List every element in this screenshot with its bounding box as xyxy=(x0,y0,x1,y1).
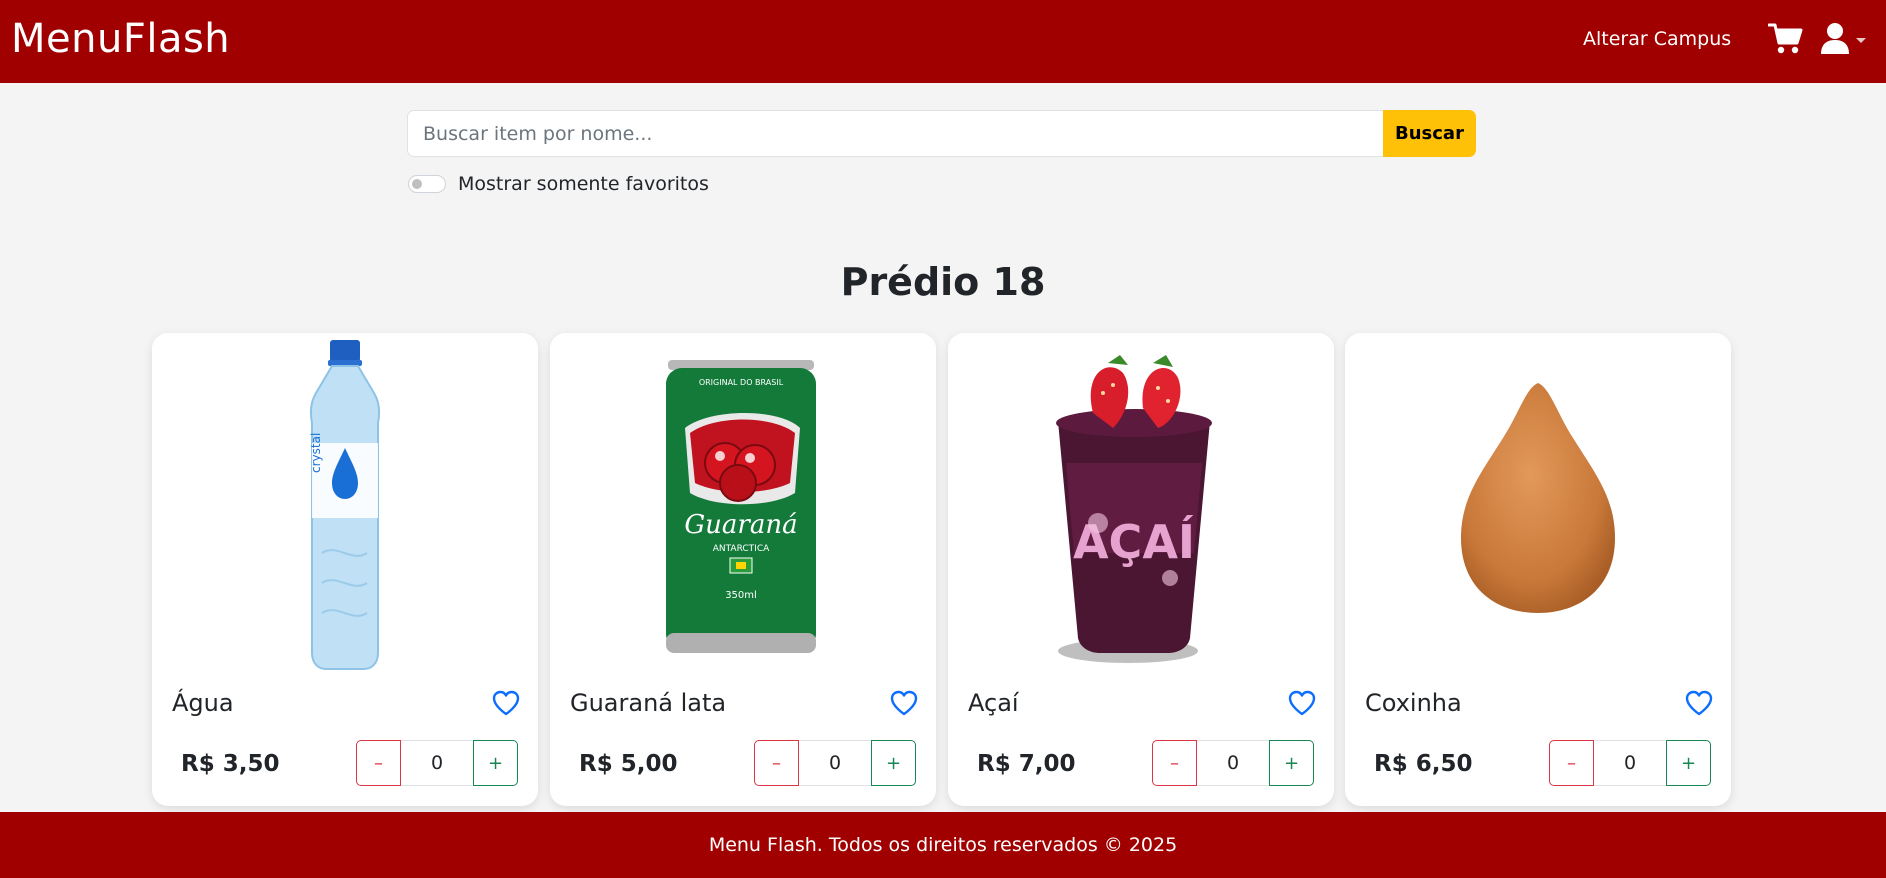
product-name: Açaí xyxy=(968,689,1019,717)
favorite-heart-icon[interactable] xyxy=(890,690,918,716)
quantity-stepper: – + xyxy=(356,740,518,786)
favorites-toggle[interactable]: Mostrar somente favoritos xyxy=(408,173,709,195)
increase-button[interactable]: + xyxy=(473,740,518,786)
quantity-input[interactable] xyxy=(1594,740,1666,786)
svg-text:Guaraná: Guaraná xyxy=(684,510,797,540)
product-name: Guaraná lata xyxy=(570,689,727,717)
search-button[interactable]: Buscar xyxy=(1383,110,1476,157)
acai-cup-image: AÇAÍ xyxy=(948,333,1334,673)
footer: Menu Flash. Todos os direitos reservados… xyxy=(0,812,1886,878)
favorite-heart-icon[interactable] xyxy=(492,690,520,716)
svg-text:350ml: 350ml xyxy=(725,590,757,601)
user-icon xyxy=(1821,23,1849,54)
product-price: R$ 3,50 xyxy=(181,751,280,777)
section-title: Prédio 18 xyxy=(840,260,1046,304)
product-card: Coxinha R$ 6,50 – + xyxy=(1345,333,1731,806)
guarana-can-image: Guaraná ANTARCTICA 350ml ORIGINAL DO BRA… xyxy=(550,333,936,673)
product-name: Coxinha xyxy=(1365,689,1462,717)
decrease-button[interactable]: – xyxy=(356,740,401,786)
change-campus-link[interactable]: Alterar Campus xyxy=(1583,28,1731,50)
decrease-button[interactable]: – xyxy=(754,740,799,786)
product-card: AÇAÍ Açaí R$ 7,00 – + xyxy=(948,333,1334,806)
increase-button[interactable]: + xyxy=(1269,740,1314,786)
product-card: crystal Água R$ 3,50 – + xyxy=(152,333,538,806)
favorites-switch[interactable] xyxy=(408,175,446,193)
product-price: R$ 5,00 xyxy=(579,751,678,777)
product-card: Guaraná ANTARCTICA 350ml ORIGINAL DO BRA… xyxy=(550,333,936,806)
favorite-heart-icon[interactable] xyxy=(1685,690,1713,716)
svg-text:ORIGINAL DO BRASIL: ORIGINAL DO BRASIL xyxy=(699,378,784,387)
coxinha-image xyxy=(1345,333,1731,673)
product-name: Água xyxy=(172,689,234,717)
favorites-toggle-label: Mostrar somente favoritos xyxy=(458,173,709,195)
decrease-button[interactable]: – xyxy=(1152,740,1197,786)
quantity-stepper: – + xyxy=(1549,740,1711,786)
search-input[interactable] xyxy=(407,110,1383,157)
caret-down-icon xyxy=(1856,38,1866,43)
product-price: R$ 6,50 xyxy=(1374,751,1473,777)
switch-knob xyxy=(412,179,422,189)
footer-text: Menu Flash. Todos os direitos reservados… xyxy=(708,834,1178,856)
quantity-stepper: – + xyxy=(1152,740,1314,786)
cart-icon[interactable] xyxy=(1767,22,1804,56)
increase-button[interactable]: + xyxy=(1666,740,1711,786)
svg-text:ANTARCTICA: ANTARCTICA xyxy=(713,544,770,554)
water-bottle-image: crystal xyxy=(152,333,538,673)
quantity-input[interactable] xyxy=(799,740,871,786)
decrease-button[interactable]: – xyxy=(1549,740,1594,786)
increase-button[interactable]: + xyxy=(871,740,916,786)
product-price: R$ 7,00 xyxy=(977,751,1076,777)
user-menu-button[interactable] xyxy=(1820,22,1872,56)
search-bar: Buscar xyxy=(407,110,1476,157)
quantity-stepper: – + xyxy=(754,740,916,786)
brand-logo[interactable]: MenuFlash xyxy=(11,16,230,62)
favorite-heart-icon[interactable] xyxy=(1288,690,1316,716)
svg-text:crystal: crystal xyxy=(309,433,323,473)
quantity-input[interactable] xyxy=(401,740,473,786)
navbar: MenuFlash Alterar Campus xyxy=(0,0,1886,83)
quantity-input[interactable] xyxy=(1197,740,1269,786)
